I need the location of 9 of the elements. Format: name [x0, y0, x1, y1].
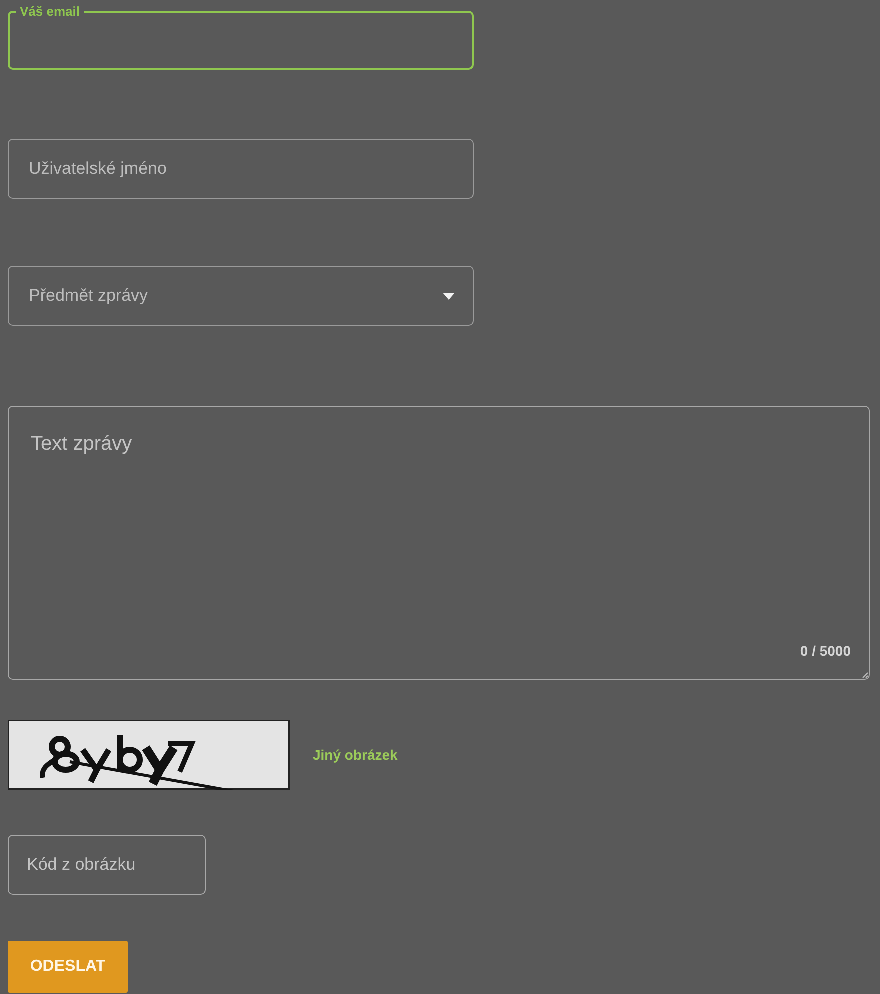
username-field[interactable]: Uživatelské jméno: [8, 139, 474, 199]
resize-handle-icon[interactable]: [862, 672, 869, 679]
submit-button[interactable]: ODESLAT: [8, 941, 128, 993]
subject-select[interactable]: Předmět zprávy: [8, 266, 474, 326]
character-counter: 0 / 5000: [800, 643, 851, 659]
refresh-image-link[interactable]: Jiný obrázek: [313, 747, 398, 763]
captcha-code-field[interactable]: Kód z obrázku: [8, 835, 206, 895]
caret-icon: [443, 292, 455, 300]
email-field[interactable]: Váš email: [8, 6, 474, 70]
